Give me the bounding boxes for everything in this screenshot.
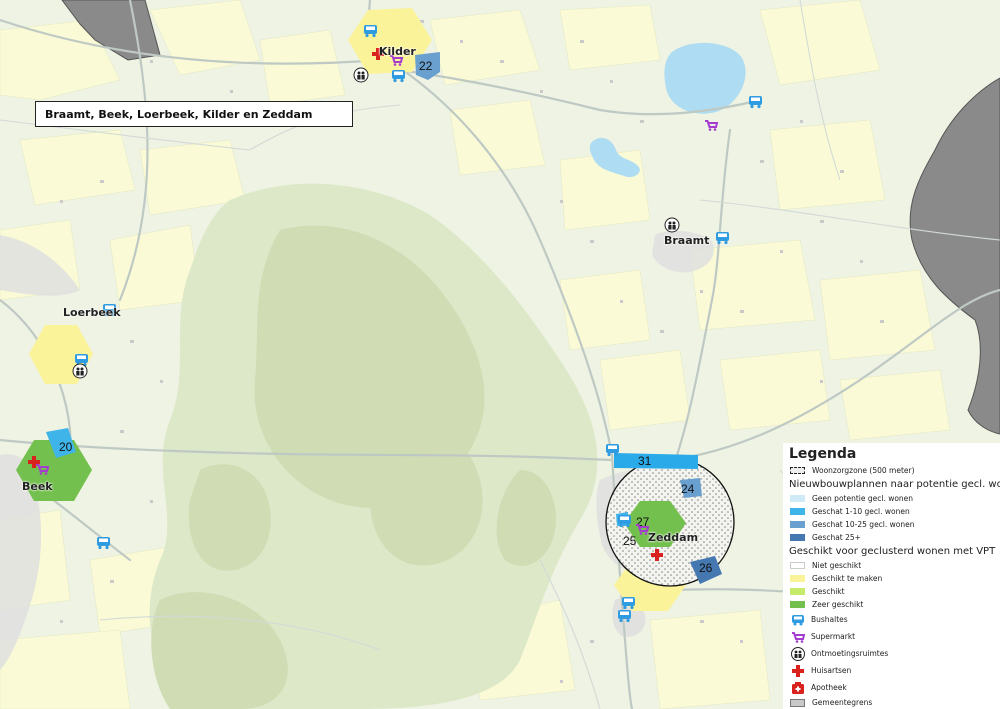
shopping-cart-icon <box>789 631 806 643</box>
legend-suit-label: Geschikt <box>812 587 845 596</box>
legend-plan-label: Geen potentie gecl. wonen <box>812 494 914 503</box>
plan-label-20: 20 <box>59 440 73 454</box>
legend-zone-row: Woonzorgzone (500 meter) <box>787 464 1000 477</box>
legend-plan-row: Geen potentie gecl. wonen <box>787 492 1000 505</box>
place-label-loerbeek: Loerbeek <box>63 306 121 319</box>
bus-icon <box>789 614 806 626</box>
place-label-braamt: Braamt <box>664 234 710 247</box>
legend-plan-swatch <box>790 521 805 528</box>
meeting-place-icon[interactable] <box>72 363 88 379</box>
legend-plan-label: Geschat 25+ <box>812 533 861 542</box>
place-label-zeddam: Zeddam <box>648 531 699 544</box>
legend-suit-row: Geschikt te maken <box>787 572 1000 585</box>
legend-plan-swatch <box>790 508 805 515</box>
legend-meeting-label: Ontmoetingsruimtes <box>811 649 889 658</box>
meeting-place-icon[interactable] <box>353 67 369 83</box>
legend-suit-label: Niet geschikt <box>812 561 862 570</box>
legend-suit-swatch <box>790 601 805 608</box>
pharmacy-icon <box>789 681 806 695</box>
legend-plan-swatch <box>790 495 805 502</box>
legend-zone-swatch <box>790 467 805 474</box>
legend-plan-row: Geschat 25+ <box>787 531 1000 544</box>
legend-plan-row: Geschat 1-10 gecl. wonen <box>787 505 1000 518</box>
legend-suit-label: Geschikt te maken <box>812 574 883 583</box>
legend-title: Legenda <box>789 446 857 462</box>
place-label-beek: Beek <box>22 480 53 493</box>
legend-suit-swatch <box>790 562 805 569</box>
legend-bus-row: Bushaltes <box>787 611 1000 628</box>
legend-plan-label: Geschat 1-10 gecl. wonen <box>812 507 910 516</box>
legend-suit-row: Niet geschikt <box>787 559 1000 572</box>
legend-suit-swatch <box>790 575 805 582</box>
legend-border-row: Gemeentegrens <box>787 696 1000 709</box>
legend-panel: Legenda Woonzorgzone (500 meter) Nieuwbo… <box>783 443 1000 709</box>
legend-bus-label: Bushaltes <box>811 615 848 624</box>
legend-doctor-label: Huisartsen <box>811 666 852 675</box>
legend-doctor-row: Huisartsen <box>787 662 1000 679</box>
legend-plan-label: Geschat 10-25 gecl. wonen <box>812 520 915 529</box>
legend-supermarket-row: Supermarkt <box>787 628 1000 645</box>
legend-suit-swatch <box>790 588 805 595</box>
plan-label-22: 22 <box>419 59 433 73</box>
legend-plan-rows: Geen potentie gecl. wonen Geschat 1-10 ge… <box>787 492 1000 544</box>
map-title: Braamt, Beek, Loerbeek, Kilder en Zeddam <box>35 101 353 127</box>
legend-meeting-row: Ontmoetingsruimtes <box>787 645 1000 662</box>
legend-suit-heading: Geschikt voor geclusterd wonen met VPT <box>789 546 996 557</box>
legend-zone-label: Woonzorgzone (500 meter) <box>812 466 915 475</box>
legend-plan-swatch <box>790 534 805 541</box>
legend-suit-label: Zeer geschikt <box>812 600 864 609</box>
legend-plan-row: Geschat 10-25 gecl. wonen <box>787 518 1000 531</box>
plan-label-25: 25 <box>623 534 637 548</box>
legend-suit-row: Zeer geschikt <box>787 598 1000 611</box>
legend-pharmacy-row: Apotheek <box>787 679 1000 696</box>
place-label-kilder: Kilder <box>379 45 416 58</box>
legend-plans-heading: Nieuwbouwplannen naar potentie gecl. won… <box>789 479 1000 490</box>
plan-label-24: 24 <box>681 482 695 496</box>
plan-31-polygon <box>614 453 698 469</box>
meeting-place-icon <box>789 646 806 661</box>
legend-border-swatch <box>790 698 805 707</box>
medical-cross-icon <box>789 664 806 678</box>
legend-supermarket-label: Supermarkt <box>811 632 856 641</box>
plan-label-31: 31 <box>638 454 652 468</box>
legend-suit-rows: Niet geschikt Geschikt te maken Geschikt Ze… <box>787 559 1000 611</box>
legend-pharmacy-label: Apotheek <box>811 683 847 692</box>
meeting-place-icon[interactable] <box>664 217 680 233</box>
plan-label-26: 26 <box>699 561 713 575</box>
legend-border-label: Gemeentegrens <box>812 698 873 707</box>
legend-suit-row: Geschikt <box>787 585 1000 598</box>
